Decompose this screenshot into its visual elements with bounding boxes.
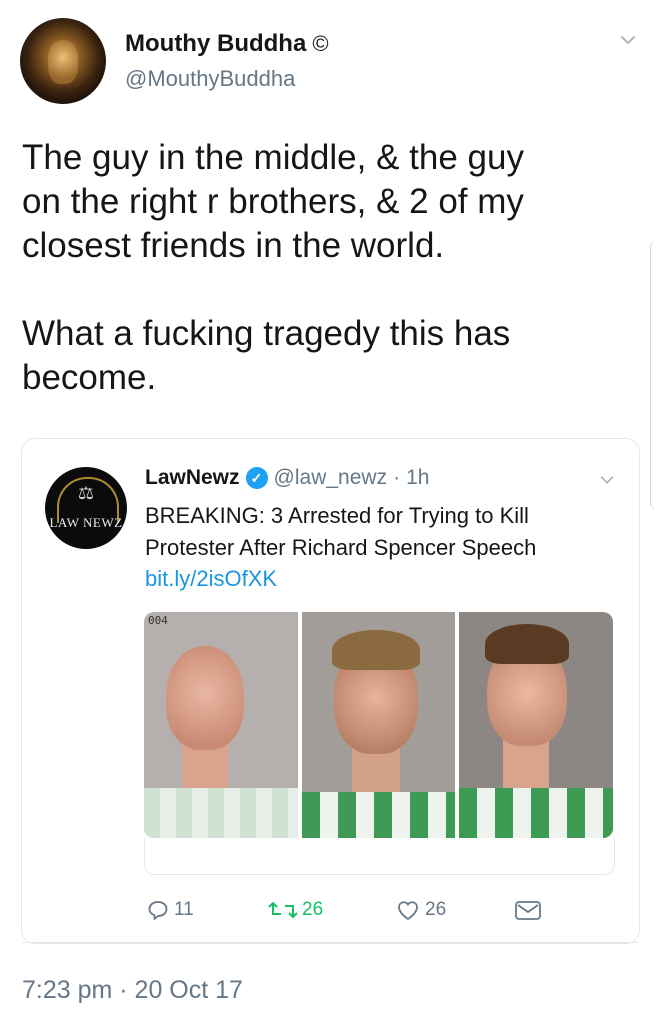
- quoted-chevron-down-icon[interactable]: [598, 471, 616, 489]
- heart-icon: [398, 901, 418, 920]
- direct-message-button[interactable]: [514, 898, 542, 922]
- quoted-age: 1h: [406, 466, 430, 489]
- author-avatar[interactable]: [20, 18, 106, 104]
- buddha-icon: [48, 40, 78, 84]
- retweet-button[interactable]: 26: [268, 898, 323, 922]
- scroll-edge: [650, 240, 658, 510]
- lawnewz-avatar[interactable]: ⚖ LAW NEWZ: [45, 467, 127, 549]
- like-count: 26: [425, 899, 447, 920]
- media-footer: [144, 838, 615, 875]
- scales-of-justice-icon: ⚖: [77, 483, 95, 504]
- tweet-text: The guy in the middle, & the guy on the …: [22, 138, 524, 397]
- quoted-display-name[interactable]: LawNewz: [145, 466, 240, 490]
- retweet-count: 26: [302, 899, 324, 920]
- photo-label: 004: [148, 614, 168, 627]
- like-button[interactable]: 26: [395, 898, 446, 922]
- reply-icon: [148, 901, 168, 920]
- separator-dot: ·: [393, 466, 401, 489]
- quoted-media[interactable]: 004: [144, 612, 613, 838]
- mugshot-photo-2[interactable]: [301, 612, 456, 838]
- reply-button[interactable]: 11: [146, 898, 194, 922]
- tweet-timestamp[interactable]: 7:23 pm · 20 Oct 17: [22, 976, 243, 1005]
- author-handle[interactable]: @MouthyBuddha: [125, 66, 295, 92]
- copyright-badge: ©: [312, 31, 329, 56]
- divider: [22, 942, 638, 943]
- mugshot-photo-3[interactable]: [459, 612, 613, 838]
- author-display-name[interactable]: Mouthy Buddha: [125, 30, 306, 58]
- author-name-row: Mouthy Buddha ©: [125, 30, 329, 58]
- retweet-icon: [268, 901, 298, 919]
- mugshot-photo-1[interactable]: 004: [144, 612, 298, 838]
- reply-count: 11: [174, 899, 194, 920]
- lawnewz-logo-text: LAW NEWZ: [49, 515, 123, 530]
- quoted-header: LawNewz ✓ @law_newz · 1h: [145, 466, 429, 490]
- verified-icon: ✓: [245, 467, 268, 489]
- quoted-handle[interactable]: @law_newz: [274, 466, 388, 490]
- quoted-text: BREAKING: 3 Arrested for Trying to Kill …: [145, 503, 537, 560]
- envelope-icon: [515, 901, 541, 920]
- chevron-down-icon[interactable]: [618, 30, 638, 50]
- quoted-link[interactable]: bit.ly/2isOfXK: [145, 566, 277, 592]
